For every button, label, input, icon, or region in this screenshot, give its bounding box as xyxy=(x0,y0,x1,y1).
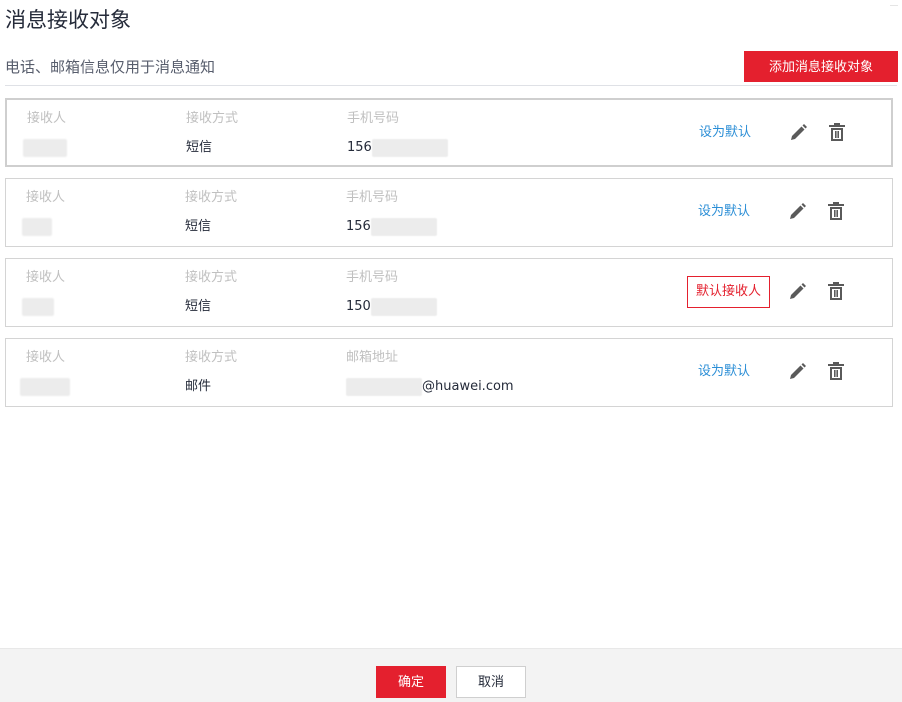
receiver-name-redacted xyxy=(22,218,52,236)
trash-icon[interactable] xyxy=(825,361,847,383)
phone-value: 150 xyxy=(346,297,437,317)
subtitle-row: 电话、邮箱信息仅用于消息通知 添加消息接收对象 xyxy=(5,50,898,86)
set-default-link[interactable]: 设为默认 xyxy=(698,202,750,222)
default-recipient-badge: 默认接收人 xyxy=(687,276,770,308)
privacy-note: 电话、邮箱信息仅用于消息通知 xyxy=(5,58,216,76)
phone-label: 手机号码 xyxy=(346,190,399,205)
recipient-card[interactable]: 接收人 接收方式 邮箱地址 邮件 @huawei.com 设为默认 xyxy=(5,338,893,407)
receiver-name-redacted xyxy=(22,298,54,316)
receiver-label: 接收人 xyxy=(26,270,66,285)
method-label: 接收方式 xyxy=(186,111,239,126)
receiver-name-redacted xyxy=(20,378,70,396)
method-value: 短信 xyxy=(186,140,213,155)
set-default-link[interactable]: 设为默认 xyxy=(699,123,751,143)
trash-icon[interactable] xyxy=(825,201,847,223)
recipient-card[interactable]: 接收人 接收方式 手机号码 短信 150 默认接收人 xyxy=(5,258,893,327)
phone-label: 手机号码 xyxy=(346,270,399,285)
phone-value: 156 xyxy=(346,217,437,237)
receiver-name-redacted xyxy=(23,139,67,157)
method-label: 接收方式 xyxy=(185,350,238,365)
receiver-label: 接收人 xyxy=(26,350,66,365)
cancel-button[interactable]: 取消 xyxy=(456,666,526,698)
email-label: 邮箱地址 xyxy=(346,350,399,365)
phone-label: 手机号码 xyxy=(347,111,400,126)
trash-icon[interactable] xyxy=(826,122,848,144)
top-right-divider xyxy=(890,0,898,6)
dialog-footer: 确定 取消 xyxy=(0,648,902,702)
method-label: 接收方式 xyxy=(185,270,238,285)
receiver-label: 接收人 xyxy=(26,190,66,205)
method-value: 短信 xyxy=(185,219,212,234)
pencil-icon[interactable] xyxy=(787,122,809,144)
pencil-icon[interactable] xyxy=(786,361,808,383)
method-value: 邮件 xyxy=(185,379,212,394)
page-title: 消息接收对象 xyxy=(5,8,131,32)
confirm-button[interactable]: 确定 xyxy=(376,666,446,698)
email-value: @huawei.com xyxy=(346,377,514,397)
set-default-link[interactable]: 设为默认 xyxy=(698,362,750,382)
receiver-label: 接收人 xyxy=(27,111,67,126)
phone-value: 156 xyxy=(347,138,448,158)
method-value: 短信 xyxy=(185,299,212,314)
method-label: 接收方式 xyxy=(185,190,238,205)
pencil-icon[interactable] xyxy=(786,281,808,303)
add-recipient-button[interactable]: 添加消息接收对象 xyxy=(744,51,898,82)
pencil-icon[interactable] xyxy=(786,201,808,223)
trash-icon[interactable] xyxy=(825,281,847,303)
recipient-card[interactable]: 接收人 接收方式 手机号码 短信 156 设为默认 xyxy=(5,98,893,167)
recipient-card[interactable]: 接收人 接收方式 手机号码 短信 156 设为默认 xyxy=(5,178,893,247)
